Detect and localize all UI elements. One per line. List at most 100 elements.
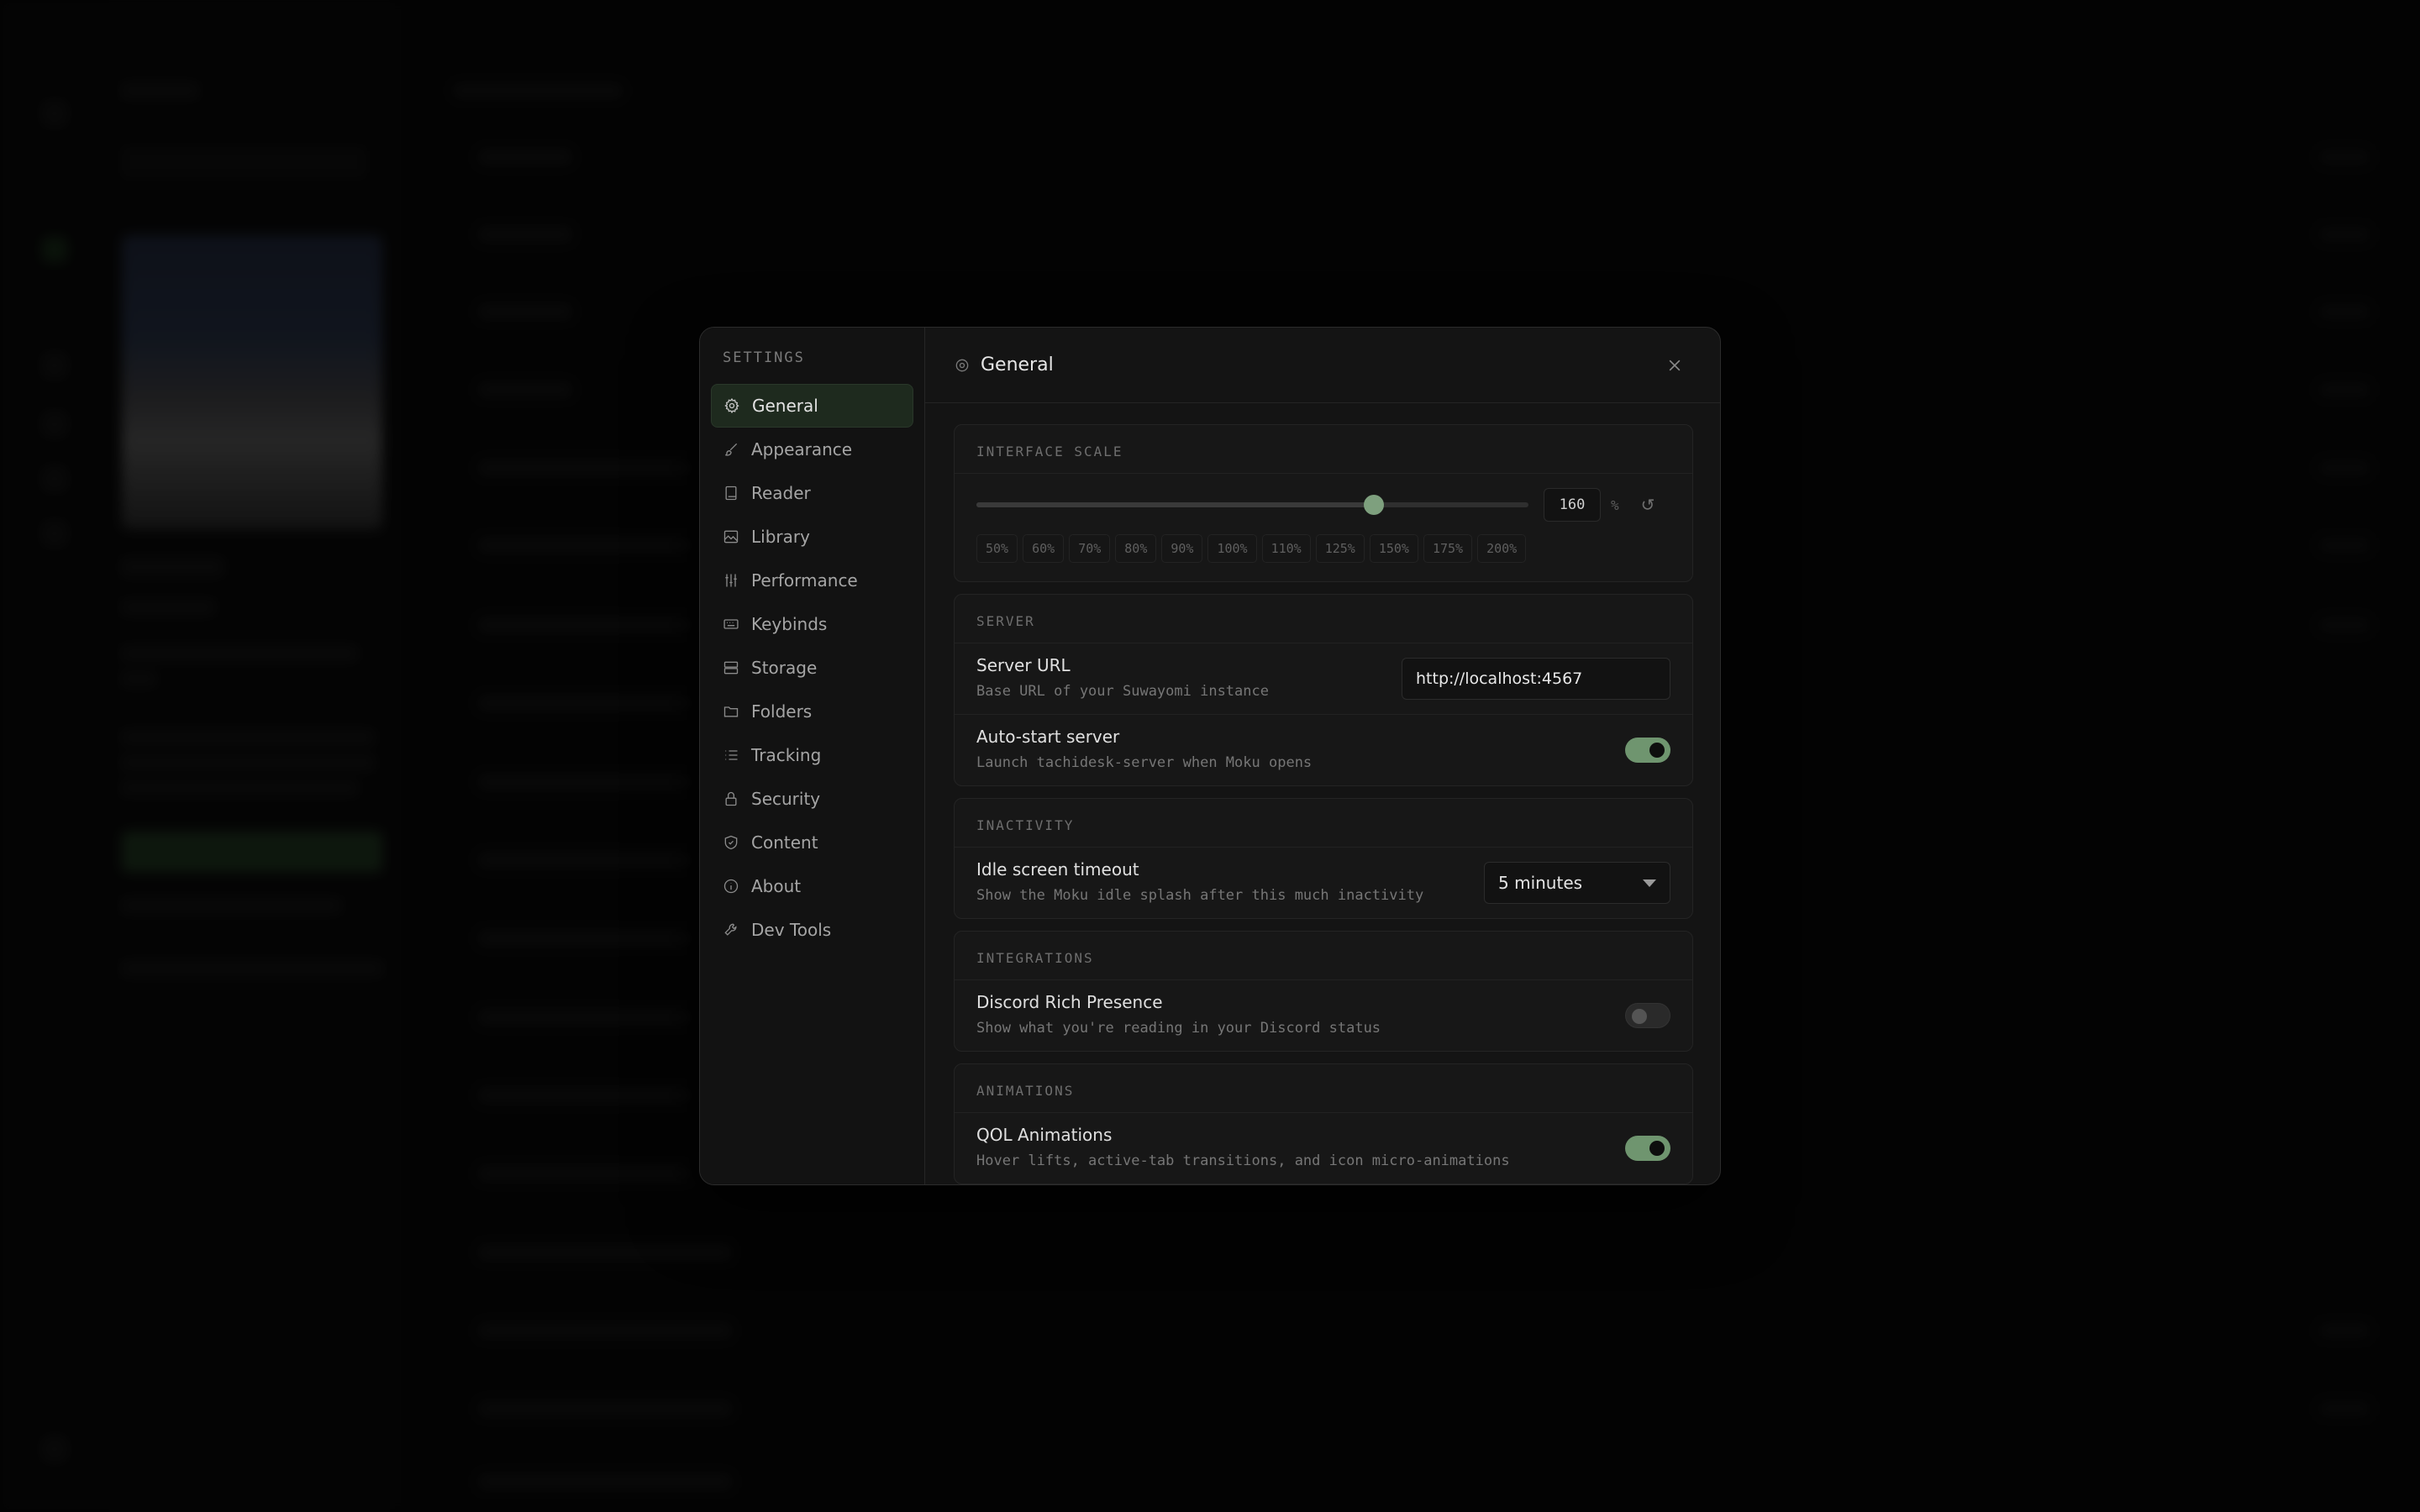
nav-label-reader: Reader [751,483,811,503]
auto-start-description: Launch tachidesk-server when Moku opens [976,754,1313,771]
settings-sidebar-title: SETTINGS [723,349,805,366]
gear-icon [954,357,971,374]
nav-item-general[interactable]: General [711,384,913,428]
nav-item-security[interactable]: Security [711,777,913,821]
discord-label: Discord Rich Presence [976,992,1163,1012]
scale-unit: % [1611,496,1619,513]
preset-70[interactable]: 70% [1069,534,1111,563]
section-title: INTEGRATIONS [955,932,1692,980]
server-url-label: Server URL [976,655,1071,675]
idle-timeout-value: 5 minutes [1498,873,1583,893]
nav-item-library[interactable]: Library [711,515,913,559]
integrations-card: INTEGRATIONS Discord Rich Presence Show … [954,931,1693,1052]
idle-timeout-row: Idle screen timeout Show the Moku idle s… [955,848,1692,918]
image-icon [723,528,739,545]
qol-animations-toggle[interactable] [1625,1136,1670,1161]
chevron-down-icon [1643,879,1656,887]
server-url-description: Base URL of your Suwayomi instance [976,683,1269,700]
auto-start-label: Auto-start server [976,727,1120,747]
sliders-icon [723,572,739,589]
section-title: ANIMATIONS [955,1064,1692,1113]
qol-animations-description: Hover lifts, active-tab transitions, and… [976,1152,1510,1169]
nav-item-storage[interactable]: Storage [711,646,913,690]
nav-label-library: Library [751,527,810,547]
idle-timeout-description: Show the Moku idle splash after this muc… [976,887,1424,904]
wrench-icon [723,921,739,938]
nav-item-performance[interactable]: Performance [711,559,913,602]
nav-item-reader[interactable]: Reader [711,471,913,515]
folder-icon [723,703,739,720]
brush-icon [723,441,739,458]
nav-item-keybinds[interactable]: Keybinds [711,602,913,646]
preset-90[interactable]: 90% [1161,534,1203,563]
info-icon [723,878,739,895]
scale-slider-fill [976,502,1375,507]
idle-timeout-select[interactable]: 5 minutes [1484,862,1670,904]
nav-item-dev-tools[interactable]: Dev Tools [711,908,913,952]
server-url-row: Server URL Base URL of your Suwayomi ins… [955,643,1692,714]
server-card: SERVER Server URL Base URL of your Suway… [954,594,1693,786]
close-button[interactable] [1663,354,1686,377]
section-title: INACTIVITY [955,799,1692,848]
preset-80[interactable]: 80% [1115,534,1157,563]
shield-icon [723,834,739,851]
list-icon [723,747,739,764]
scale-slider[interactable] [976,495,1528,515]
nav-label-general: General [752,396,818,416]
discord-toggle[interactable] [1625,1003,1670,1028]
discord-description: Show what you're reading in your Discord… [976,1020,1381,1037]
nav-label-keybinds: Keybinds [751,614,828,634]
preset-100[interactable]: 100% [1207,534,1257,563]
scale-slider-thumb[interactable] [1364,495,1385,515]
nav-label-security: Security [751,789,821,809]
nav-label-dev-tools: Dev Tools [751,920,832,940]
qol-animations-row: QOL Animations Hover lifts, active-tab t… [955,1113,1692,1184]
preset-125[interactable]: 125% [1315,534,1365,563]
nav-label-folders: Folders [751,701,813,722]
nav-label-performance: Performance [751,570,858,591]
nav-item-folders[interactable]: Folders [711,690,913,733]
scale-value-input[interactable]: 160 [1544,488,1601,522]
interface-scale-card: INTERFACE SCALE 160 % ↺ 50% 60% 70% 80% … [954,424,1693,582]
lock-icon [723,790,739,807]
database-icon [723,659,739,676]
close-icon [1669,360,1681,371]
settings-header: General [925,328,1720,403]
inactivity-card: INACTIVITY Idle screen timeout Show the … [954,798,1693,919]
toggle-knob [1649,743,1665,758]
section-title: SERVER [955,595,1692,643]
settings-modal: SETTINGS General Appearance Reader Libra… [699,327,1721,1185]
preset-60[interactable]: 60% [1023,534,1065,563]
nav-item-content[interactable]: Content [711,821,913,864]
toggle-knob [1632,1009,1647,1024]
server-url-input[interactable] [1402,658,1670,700]
preset-150[interactable]: 150% [1369,534,1418,563]
nav-label-content: Content [751,832,818,853]
nav-item-about[interactable]: About [711,864,913,908]
book-icon [723,485,739,501]
panel-title: General [981,354,1054,375]
nav-item-appearance[interactable]: Appearance [711,428,913,471]
nav-item-tracking[interactable]: Tracking [711,733,913,777]
reset-scale-button[interactable]: ↺ [1641,495,1655,515]
nav-label-tracking: Tracking [751,745,822,765]
section-title: INTERFACE SCALE [955,425,1692,474]
auto-start-row: Auto-start server Launch tachidesk-serve… [955,714,1692,785]
auto-start-toggle[interactable] [1625,738,1670,763]
settings-content: General INTERFACE SCALE 160 % ↺ 50% 60% … [925,328,1720,1184]
settings-sidebar: SETTINGS General Appearance Reader Libra… [700,328,925,1184]
idle-timeout-label: Idle screen timeout [976,859,1139,879]
nav-label-storage: Storage [751,658,818,678]
preset-200[interactable]: 200% [1477,534,1527,563]
nav-label-appearance: Appearance [751,439,853,459]
animations-card: ANIMATIONS QOL Animations Hover lifts, a… [954,1063,1693,1184]
preset-110[interactable]: 110% [1261,534,1311,563]
settings-body: INTERFACE SCALE 160 % ↺ 50% 60% 70% 80% … [925,403,1720,1184]
discord-row: Discord Rich Presence Show what you're r… [955,980,1692,1051]
qol-animations-label: QOL Animations [976,1125,1113,1145]
nav-label-about: About [751,876,802,896]
preset-175[interactable]: 175% [1423,534,1473,563]
keyboard-icon [723,616,739,633]
toggle-knob [1649,1141,1665,1156]
preset-50[interactable]: 50% [976,534,1018,563]
